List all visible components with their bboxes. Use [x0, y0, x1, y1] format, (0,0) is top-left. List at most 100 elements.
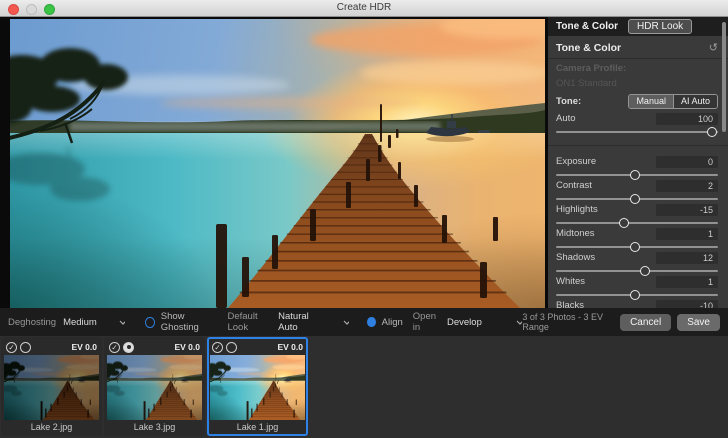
- jetty-deck: [228, 134, 520, 308]
- bottom-toolbar: Deghosting Medium Show Ghosting Default …: [0, 308, 728, 336]
- preview-area: [0, 17, 548, 308]
- slider-track[interactable]: [556, 194, 718, 204]
- tab-hdr-look[interactable]: HDR Look: [628, 19, 693, 34]
- filmstrip-thumbnail[interactable]: ✓ EV 0.0: [104, 337, 205, 436]
- photo-count-status: 3 of 3 Photos - 3 EV Range: [522, 312, 603, 332]
- right-panel: Tone & Color HDR Look Tone & Color ↺ Cam…: [548, 17, 728, 308]
- open-in-label: Open in: [412, 311, 437, 333]
- tab-tone-color[interactable]: Tone & Color: [548, 21, 626, 32]
- tone-mode-segmented-control: Manual AI Auto: [628, 93, 718, 109]
- filmstrip-thumbnail[interactable]: ✓ EV 0.0: [1, 337, 102, 436]
- titlebar: Create HDR: [0, 0, 728, 17]
- check-circle-icon[interactable]: ✓: [212, 341, 223, 353]
- slider-track[interactable]: [556, 170, 718, 180]
- slider-value[interactable]: 2: [656, 179, 718, 192]
- jetty-deck: [145, 380, 198, 420]
- slider-value[interactable]: -10: [656, 299, 718, 308]
- select-circle-icon[interactable]: [226, 341, 237, 353]
- filmstrip: ✓ EV 0.0 Lake 2.jpg ✓ EV 0.0 Lake 3.jpg …: [0, 336, 728, 438]
- slider-track[interactable]: [556, 242, 718, 252]
- default-look-dropdown[interactable]: Natural Auto: [278, 311, 321, 333]
- check-circle-icon[interactable]: ✓: [6, 341, 17, 353]
- jetty-deck: [42, 380, 95, 420]
- thumbnail-image[interactable]: [210, 355, 305, 420]
- show-ghosting-label: Show Ghosting: [160, 311, 199, 333]
- slider-row: Exposure 0: [556, 155, 718, 180]
- thumbnail-filename: Lake 2.jpg: [30, 422, 73, 432]
- ev-label: EV 0.0: [71, 342, 97, 352]
- panel-scrollbar[interactable]: [722, 22, 726, 132]
- window-title: Create HDR: [336, 2, 392, 13]
- slider-label: Highlights: [556, 204, 598, 215]
- tone-label: Tone:: [556, 95, 582, 107]
- slider-label: Contrast: [556, 180, 592, 191]
- default-look-label: Default Look: [227, 311, 258, 333]
- hdr-preview-image: [4, 355, 99, 420]
- hdr-preview-image: [210, 355, 305, 420]
- ev-label: EV 0.0: [277, 342, 303, 352]
- save-button[interactable]: Save: [677, 313, 720, 331]
- scene-overlay: [4, 361, 99, 420]
- scene-overlay: [10, 48, 545, 308]
- slider-value[interactable]: -15: [656, 203, 718, 216]
- slider-value[interactable]: 12: [656, 251, 718, 264]
- tone-manual-button[interactable]: Manual: [629, 94, 673, 108]
- hdr-preview-image: [10, 19, 545, 308]
- thumbnail-header: ✓ EV 0.0: [106, 339, 203, 354]
- slider-track[interactable]: [556, 127, 718, 137]
- deghosting-dropdown[interactable]: Medium: [63, 317, 97, 328]
- camera-profile-label: Camera Profile:: [556, 63, 627, 74]
- ev-label: EV 0.0: [174, 342, 200, 352]
- slider-list: Auto 100 Exposure 0 Contrast 2 Highlights -15 Mi…: [548, 112, 728, 308]
- check-circle-icon[interactable]: ✓: [109, 341, 120, 353]
- slider-track[interactable]: [556, 290, 718, 300]
- slider-knob[interactable]: [706, 127, 717, 137]
- jetty-deck: [248, 380, 301, 420]
- section-title: Tone & Color: [556, 41, 622, 54]
- slider-track[interactable]: [556, 218, 718, 228]
- film-list: ✓ EV 0.0 Lake 2.jpg ✓ EV 0.0 Lake 3.jpg …: [0, 336, 728, 436]
- slider-row: Midtones 1: [556, 227, 718, 252]
- open-in-dropdown[interactable]: Develop: [447, 317, 482, 328]
- camera-profile-value: ON1 Standard: [556, 78, 617, 89]
- cancel-button[interactable]: Cancel: [620, 313, 672, 331]
- select-circle-icon[interactable]: [20, 341, 31, 353]
- align-checkbox[interactable]: [367, 317, 376, 327]
- panel-tab-bar: Tone & Color HDR Look: [548, 17, 728, 36]
- thumbnail-header: ✓ EV 0.0: [209, 339, 306, 354]
- divider: [548, 58, 728, 59]
- slider-value[interactable]: 100: [656, 112, 718, 125]
- slider-label: Blacks: [556, 300, 584, 308]
- deghosting-label: Deghosting: [8, 316, 57, 328]
- thumbnail-image[interactable]: [107, 355, 202, 420]
- slider-row: Highlights -15: [556, 203, 718, 228]
- reset-icon[interactable]: ↺: [709, 41, 718, 54]
- slider-value[interactable]: 1: [656, 275, 718, 288]
- slider-label: Whites: [556, 276, 586, 287]
- slider-row: Blacks -10: [556, 299, 718, 308]
- tone-ai-auto-button[interactable]: AI Auto: [672, 94, 717, 108]
- chevron-down-icon[interactable]: [343, 320, 350, 325]
- scene-overlay: [210, 361, 305, 420]
- slider-row: Shadows 12: [556, 251, 718, 276]
- slider-value[interactable]: 1: [656, 227, 718, 240]
- slider-label: Exposure: [556, 156, 597, 167]
- thumbnail-filename: Lake 1.jpg: [236, 422, 279, 432]
- align-label: Align: [381, 316, 403, 328]
- chevron-down-icon[interactable]: [119, 320, 126, 325]
- slider-row: Whites 1: [556, 275, 718, 300]
- show-ghosting-checkbox[interactable]: [145, 316, 155, 328]
- base-frame-icon[interactable]: [123, 341, 134, 353]
- filmstrip-thumbnail[interactable]: ✓ EV 0.0: [207, 337, 308, 436]
- thumbnail-image[interactable]: [4, 355, 99, 420]
- thumbnail-header: ✓ EV 0.0: [3, 339, 100, 354]
- scene-overlay: [107, 361, 202, 420]
- slider-row: Auto 100: [548, 112, 728, 146]
- slider-row: Contrast 2: [556, 179, 718, 204]
- thumbnail-filename: Lake 3.jpg: [133, 422, 176, 432]
- slider-value[interactable]: 0: [656, 155, 718, 168]
- slider-label: Shadows: [556, 252, 596, 263]
- slider-label: Auto: [556, 113, 576, 124]
- slider-track[interactable]: [556, 266, 718, 276]
- slider-label: Midtones: [556, 228, 595, 239]
